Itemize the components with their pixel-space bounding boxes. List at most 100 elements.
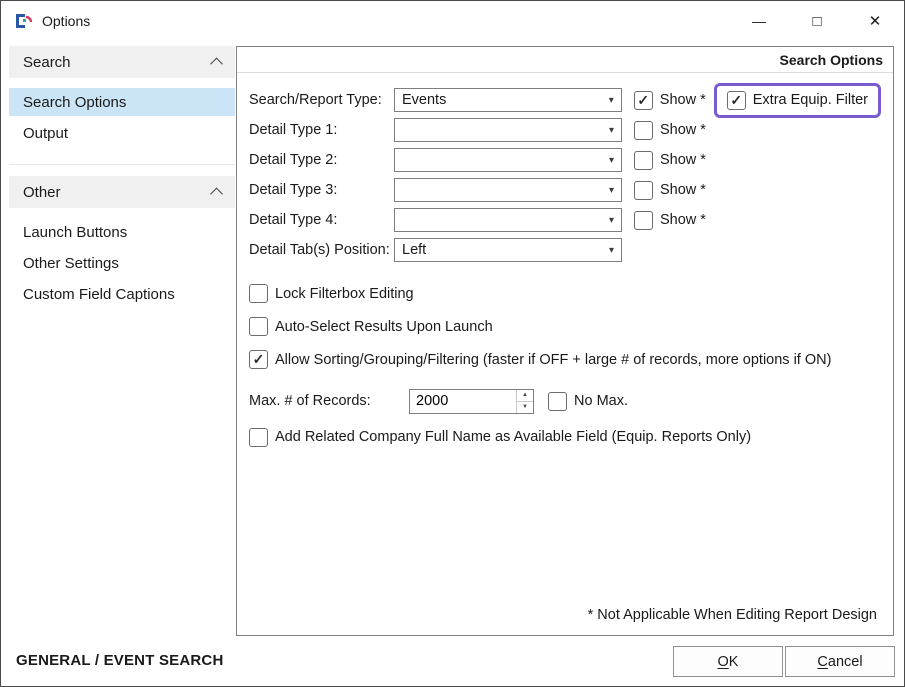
search-report-type-select[interactable]: Events ▾ — [394, 88, 622, 112]
chevron-down-icon: ▾ — [609, 155, 621, 166]
add-related-company-checkbox[interactable] — [249, 428, 268, 447]
show-checkbox-4[interactable] — [634, 181, 653, 200]
max-records-label: Max. # of Records: — [249, 393, 409, 409]
ok-button[interactable]: OK — [673, 646, 783, 677]
detail-type-3-select[interactable]: ▾ — [394, 178, 622, 202]
add-related-row: Add Related Company Full Name as Availab… — [249, 421, 881, 453]
show-label: Show * — [660, 92, 706, 108]
show-group: ✓ Show * — [634, 91, 706, 110]
sidebar-item-other-settings[interactable]: Other Settings — [9, 249, 235, 277]
show-label: Show * — [660, 122, 706, 138]
minimize-button[interactable]: — — [730, 1, 788, 41]
highlight-annotation-box: ✓ Extra Equip. Filter — [714, 83, 881, 118]
sidebar-item-label: Launch Buttons — [23, 224, 127, 241]
maximize-icon: □ — [812, 13, 821, 30]
sidebar-item-launch-buttons[interactable]: Launch Buttons — [9, 218, 235, 246]
sidebar-item-label: Output — [23, 125, 68, 142]
app-icon — [15, 13, 33, 29]
sidebar-section-search[interactable]: Search — [9, 46, 235, 78]
minimize-icon: — — [752, 13, 766, 29]
show-label: Show * — [660, 212, 706, 228]
detail-tabs-position-label: Detail Tab(s) Position: — [249, 242, 394, 258]
sidebar-section-other-label: Other — [23, 184, 61, 201]
sidebar-item-custom-field-captions[interactable]: Custom Field Captions — [9, 280, 235, 308]
detail-type-4-select[interactable]: ▾ — [394, 208, 622, 232]
check-icon: ✓ — [637, 92, 649, 109]
extra-equip-filter-checkbox[interactable]: ✓ — [727, 91, 746, 110]
spin-up-button[interactable]: ▲ — [517, 390, 533, 402]
option-checkbox-group: Lock Filterbox Editing Auto-Select Resul… — [249, 277, 881, 376]
search-options-form: Search/Report Type: Events ▾ ✓ Show * ✓ … — [237, 73, 893, 453]
chevron-down-icon: ▾ — [609, 215, 621, 226]
option-row: Auto-Select Results Upon Launch — [249, 310, 881, 343]
max-records-value[interactable] — [410, 390, 516, 413]
show-checkbox-3[interactable] — [634, 151, 653, 170]
detail-type-3-label: Detail Type 3: — [249, 182, 394, 198]
form-row: Detail Type 1: ▾ Show * — [249, 115, 881, 145]
no-max-checkbox[interactable] — [548, 392, 567, 411]
combo-value: Events — [402, 92, 446, 108]
allow-sorting-grouping-checkbox[interactable]: ✓ — [249, 350, 268, 369]
chevron-up-icon — [210, 57, 223, 70]
combo-value: Left — [402, 242, 426, 258]
auto-select-results-checkbox[interactable] — [249, 317, 268, 336]
max-records-input[interactable]: ▲ ▼ — [409, 389, 534, 414]
sidebar-divider — [9, 164, 235, 165]
window-title: Options — [42, 13, 90, 29]
show-group: Show * — [634, 121, 706, 140]
sidebar-item-search-options[interactable]: Search Options — [9, 88, 235, 116]
form-row: Detail Type 3: ▾ Show * — [249, 175, 881, 205]
cancel-label-rest: ancel — [828, 654, 863, 670]
auto-select-results-label: Auto-Select Results Upon Launch — [275, 319, 493, 335]
spin-down-button[interactable]: ▼ — [517, 402, 533, 413]
status-text: GENERAL / EVENT SEARCH — [16, 652, 224, 669]
sidebar-item-label: Search Options — [23, 94, 126, 111]
sidebar-item-label: Custom Field Captions — [23, 286, 175, 303]
form-row: Detail Type 4: ▾ Show * — [249, 205, 881, 235]
option-row: ✓ Allow Sorting/Grouping/Filtering (fast… — [249, 343, 881, 376]
ok-label-rest: K — [729, 654, 739, 670]
show-label: Show * — [660, 182, 706, 198]
allow-sorting-grouping-label: Allow Sorting/Grouping/Filtering (faster… — [275, 352, 831, 368]
window-controls: — □ ✕ — [730, 1, 904, 41]
show-checkbox-2[interactable] — [634, 121, 653, 140]
lock-filterbox-editing-checkbox[interactable] — [249, 284, 268, 303]
sidebar-other-items: Launch Buttons Other Settings Custom Fie… — [9, 208, 235, 325]
ok-label: O — [718, 654, 729, 670]
show-checkbox-1[interactable]: ✓ — [634, 91, 653, 110]
form-row: Detail Type 2: ▾ Show * — [249, 145, 881, 175]
chevron-down-icon: ▾ — [609, 125, 621, 136]
sidebar: Search Search Options Output Other Launc… — [9, 46, 235, 325]
show-group: Show * — [634, 211, 706, 230]
spinner-buttons: ▲ ▼ — [516, 390, 533, 413]
close-button[interactable]: ✕ — [846, 1, 904, 41]
cancel-label: C — [817, 654, 827, 670]
show-checkbox-5[interactable] — [634, 211, 653, 230]
detail-type-2-select[interactable]: ▾ — [394, 148, 622, 172]
search-options-panel: Search Options Search/Report Type: Event… — [236, 46, 894, 636]
cancel-button[interactable]: Cancel — [785, 646, 895, 677]
search-report-type-label: Search/Report Type: — [249, 92, 394, 108]
show-label: Show * — [660, 152, 706, 168]
detail-type-1-select[interactable]: ▾ — [394, 118, 622, 142]
spin-up-icon: ▲ — [522, 392, 528, 398]
options-dialog: Options — □ ✕ Search Search Options Outp… — [0, 0, 905, 687]
maximize-button[interactable]: □ — [788, 1, 846, 41]
footnote: * Not Applicable When Editing Report Des… — [588, 607, 877, 623]
chevron-down-icon: ▾ — [609, 185, 621, 196]
sidebar-section-search-label: Search — [23, 54, 71, 71]
chevron-down-icon: ▾ — [609, 95, 621, 106]
titlebar: Options — □ ✕ — [1, 1, 904, 41]
lock-filterbox-editing-label: Lock Filterbox Editing — [275, 286, 414, 302]
show-group: Show * — [634, 181, 706, 200]
show-group: Show * — [634, 151, 706, 170]
sidebar-item-output[interactable]: Output — [9, 119, 235, 147]
detail-tabs-position-select[interactable]: Left ▾ — [394, 238, 622, 262]
max-records-row: Max. # of Records: ▲ ▼ — [249, 386, 881, 416]
chevron-up-icon — [210, 187, 223, 200]
no-max-group: No Max. — [548, 392, 628, 411]
detail-type-2-label: Detail Type 2: — [249, 152, 394, 168]
panel-title: Search Options — [237, 47, 893, 73]
form-row: Detail Tab(s) Position: Left ▾ — [249, 235, 881, 265]
sidebar-section-other[interactable]: Other — [9, 176, 235, 208]
